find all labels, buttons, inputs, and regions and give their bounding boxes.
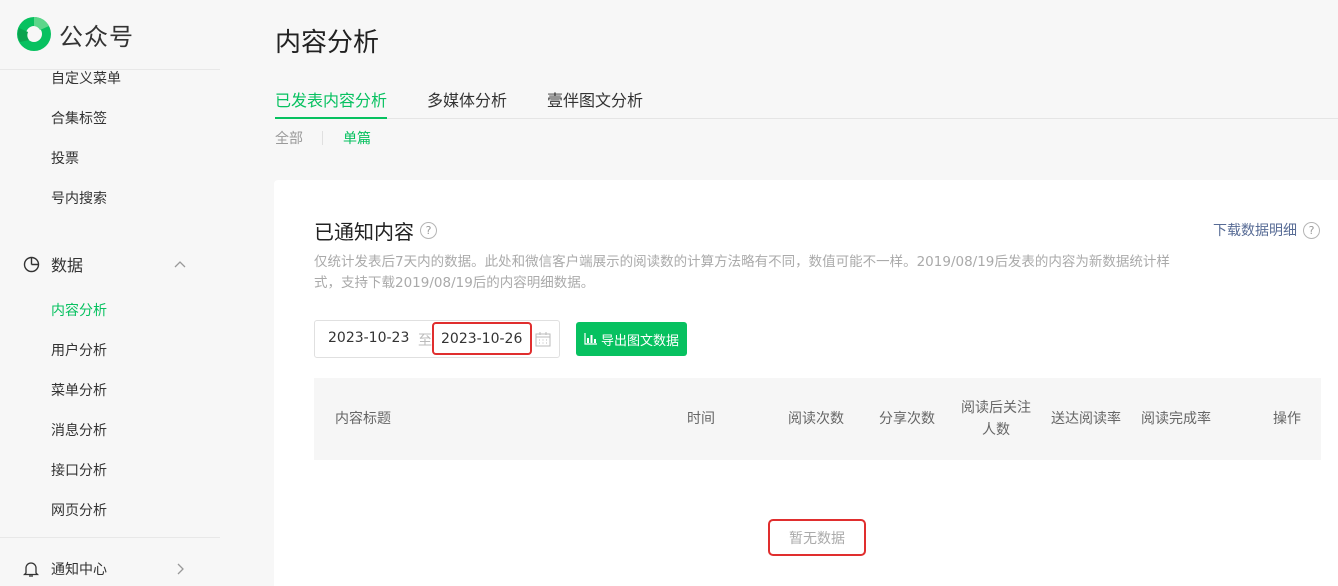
page-title: 内容分析 [275,28,380,58]
content-card: 已通知内容 ? 下载数据明细 ? 仅统计发表后7天内的数据。此处和微信客户端展示… [274,180,1338,586]
tab-yiban-analysis[interactable]: 壹伴图文分析 [547,90,643,119]
help-icon[interactable]: ? [420,222,437,239]
subtab-bar: 全部 单篇 [275,128,371,148]
column-header-follows-after-read: 阅读后关注人数 [961,400,1031,438]
sidebar-item-vote[interactable]: 投票 [51,149,79,169]
subtab-single[interactable]: 单篇 [343,128,371,148]
column-header-shares: 分享次数 [879,411,935,427]
card-title-text: 已通知内容 [314,220,414,244]
divider [322,131,323,145]
sidebar-item-content-analysis[interactable]: 内容分析 [51,301,107,321]
tab-bar: 已发表内容分析 多媒体分析 壹伴图文分析 [275,90,1338,119]
sidebar-item-message-analysis[interactable]: 消息分析 [51,421,107,441]
date-range-picker[interactable]: 2023-10-23 至 2023-10-26 [314,320,560,358]
subtab-all[interactable]: 全部 [275,128,303,148]
sidebar-group-label: 通知中心 [51,562,107,578]
sidebar-group-notifications[interactable]: 通知中心 [22,557,192,581]
end-date[interactable]: 2023-10-26 [432,322,532,355]
sidebar-item-api-analysis[interactable]: 接口分析 [51,461,107,481]
sidebar-item-collection-tags[interactable]: 合集标签 [51,109,107,129]
sidebar-group-data[interactable]: 数据 [22,252,192,276]
brand-name: 公众号 [59,22,134,51]
start-date[interactable]: 2023-10-23 [328,330,409,346]
description: 仅统计发表后7天内的数据。此处和微信客户端展示的阅读数的计算方法略有不同，数值可… [314,254,1170,291]
bar-chart-icon [584,333,597,345]
sidebar-item-menu-analysis[interactable]: 菜单分析 [51,381,107,401]
download-label: 下载数据明细 [1213,223,1297,239]
date-separator: 至 [418,333,432,349]
sidebar-item-search[interactable]: 号内搜索 [51,189,107,209]
sidebar-group-label: 数据 [51,256,84,275]
column-header-completion-rate: 阅读完成率 [1141,411,1211,427]
sidebar-item-custom-menu[interactable]: 自定义菜单 [51,69,121,89]
column-header-actions: 操作 [1273,411,1301,427]
wechat-mp-logo-icon [17,17,51,51]
tab-published-content[interactable]: 已发表内容分析 [275,90,388,119]
help-icon[interactable]: ? [1303,221,1320,239]
sidebar-item-user-analysis[interactable]: 用户分析 [51,341,107,361]
column-header-time: 时间 [687,411,715,427]
download-details-link[interactable]: 下载数据明细 ? [1213,220,1320,240]
sidebar-item-web-analysis[interactable]: 网页分析 [51,501,107,521]
logo[interactable]: 公众号 [16,16,134,52]
tab-multimedia[interactable]: 多媒体分析 [427,90,507,119]
column-header-title: 内容标题 [335,411,391,427]
column-header-delivery-read-rate: 送达阅读率 [1051,411,1121,427]
calendar-icon[interactable] [535,331,551,347]
column-header-reads: 阅读次数 [788,411,844,427]
table-header: 内容标题 时间 阅读次数 分享次数 阅读后关注人数 送达阅读率 阅读完成率 操作 [314,378,1321,460]
chevron-right-icon [172,561,188,577]
sidebar: 公众号 自定义菜单 合集标签 投票 号内搜索 数据 内容分析 用户分析 菜单分析… [0,0,220,586]
card-title: 已通知内容 ? [314,216,437,245]
pie-chart-icon [22,255,40,273]
empty-state: 暂无数据 [768,519,866,556]
export-article-data-button[interactable]: 导出图文数据 [576,322,687,356]
divider [0,537,220,538]
chevron-up-icon [172,256,188,272]
export-label: 导出图文数据 [600,333,679,349]
bell-icon [22,560,40,578]
